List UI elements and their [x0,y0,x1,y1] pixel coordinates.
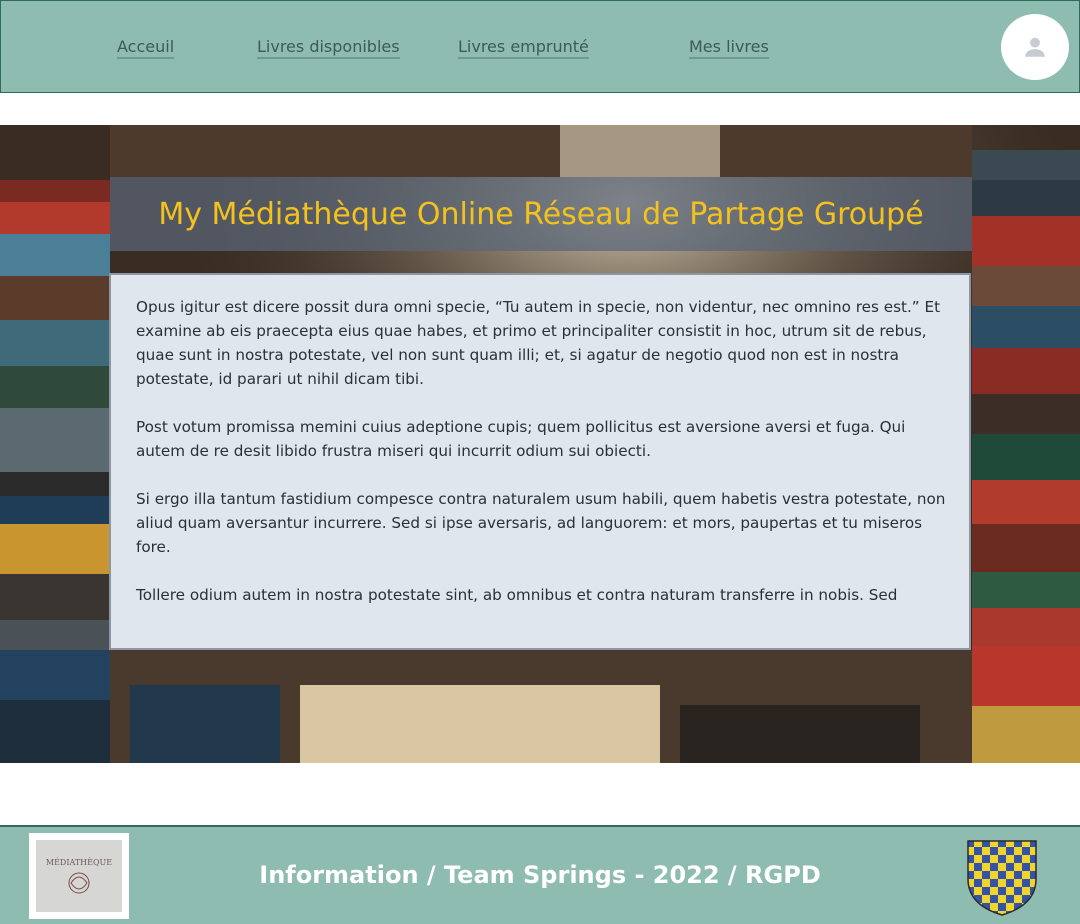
nav-link-acceuil[interactable]: Acceuil [117,37,175,59]
intro-paragraph: Post votum promissa memini cuius adeptio… [136,418,906,460]
hero-section: My Médiathèque Online Réseau de Partage … [0,125,1080,763]
intro-text-panel: Opus igitur est dicere possit dura omni … [109,273,971,650]
user-icon [1025,37,1045,57]
site-footer: MÉDIATHÈQUE Information / Team Springs -… [0,825,1080,924]
nav-link-livres-emprunte[interactable]: Livres emprunté [458,37,589,59]
nav-link-mes-livres[interactable]: Mes livres [689,37,769,59]
intro-paragraph: Tollere odium autem in nostra potestate … [136,586,898,604]
nav-link-livres-disponibles[interactable]: Livres disponibles [257,37,400,59]
top-navbar: Acceuil Livres disponibles Livres emprun… [0,0,1080,93]
page-title-banner: My Médiathèque Online Réseau de Partage … [110,177,972,251]
page-title: My Médiathèque Online Réseau de Partage … [158,196,924,232]
coat-of-arms-icon [967,840,1037,916]
user-avatar-button[interactable] [1001,14,1069,80]
intro-paragraph: Opus igitur est dicere possit dura omni … [136,298,941,388]
footer-info-text[interactable]: Information / Team Springs - 2022 / RGPD [0,861,1080,889]
intro-paragraph: Si ergo illa tantum fastidium compesce c… [136,490,946,556]
